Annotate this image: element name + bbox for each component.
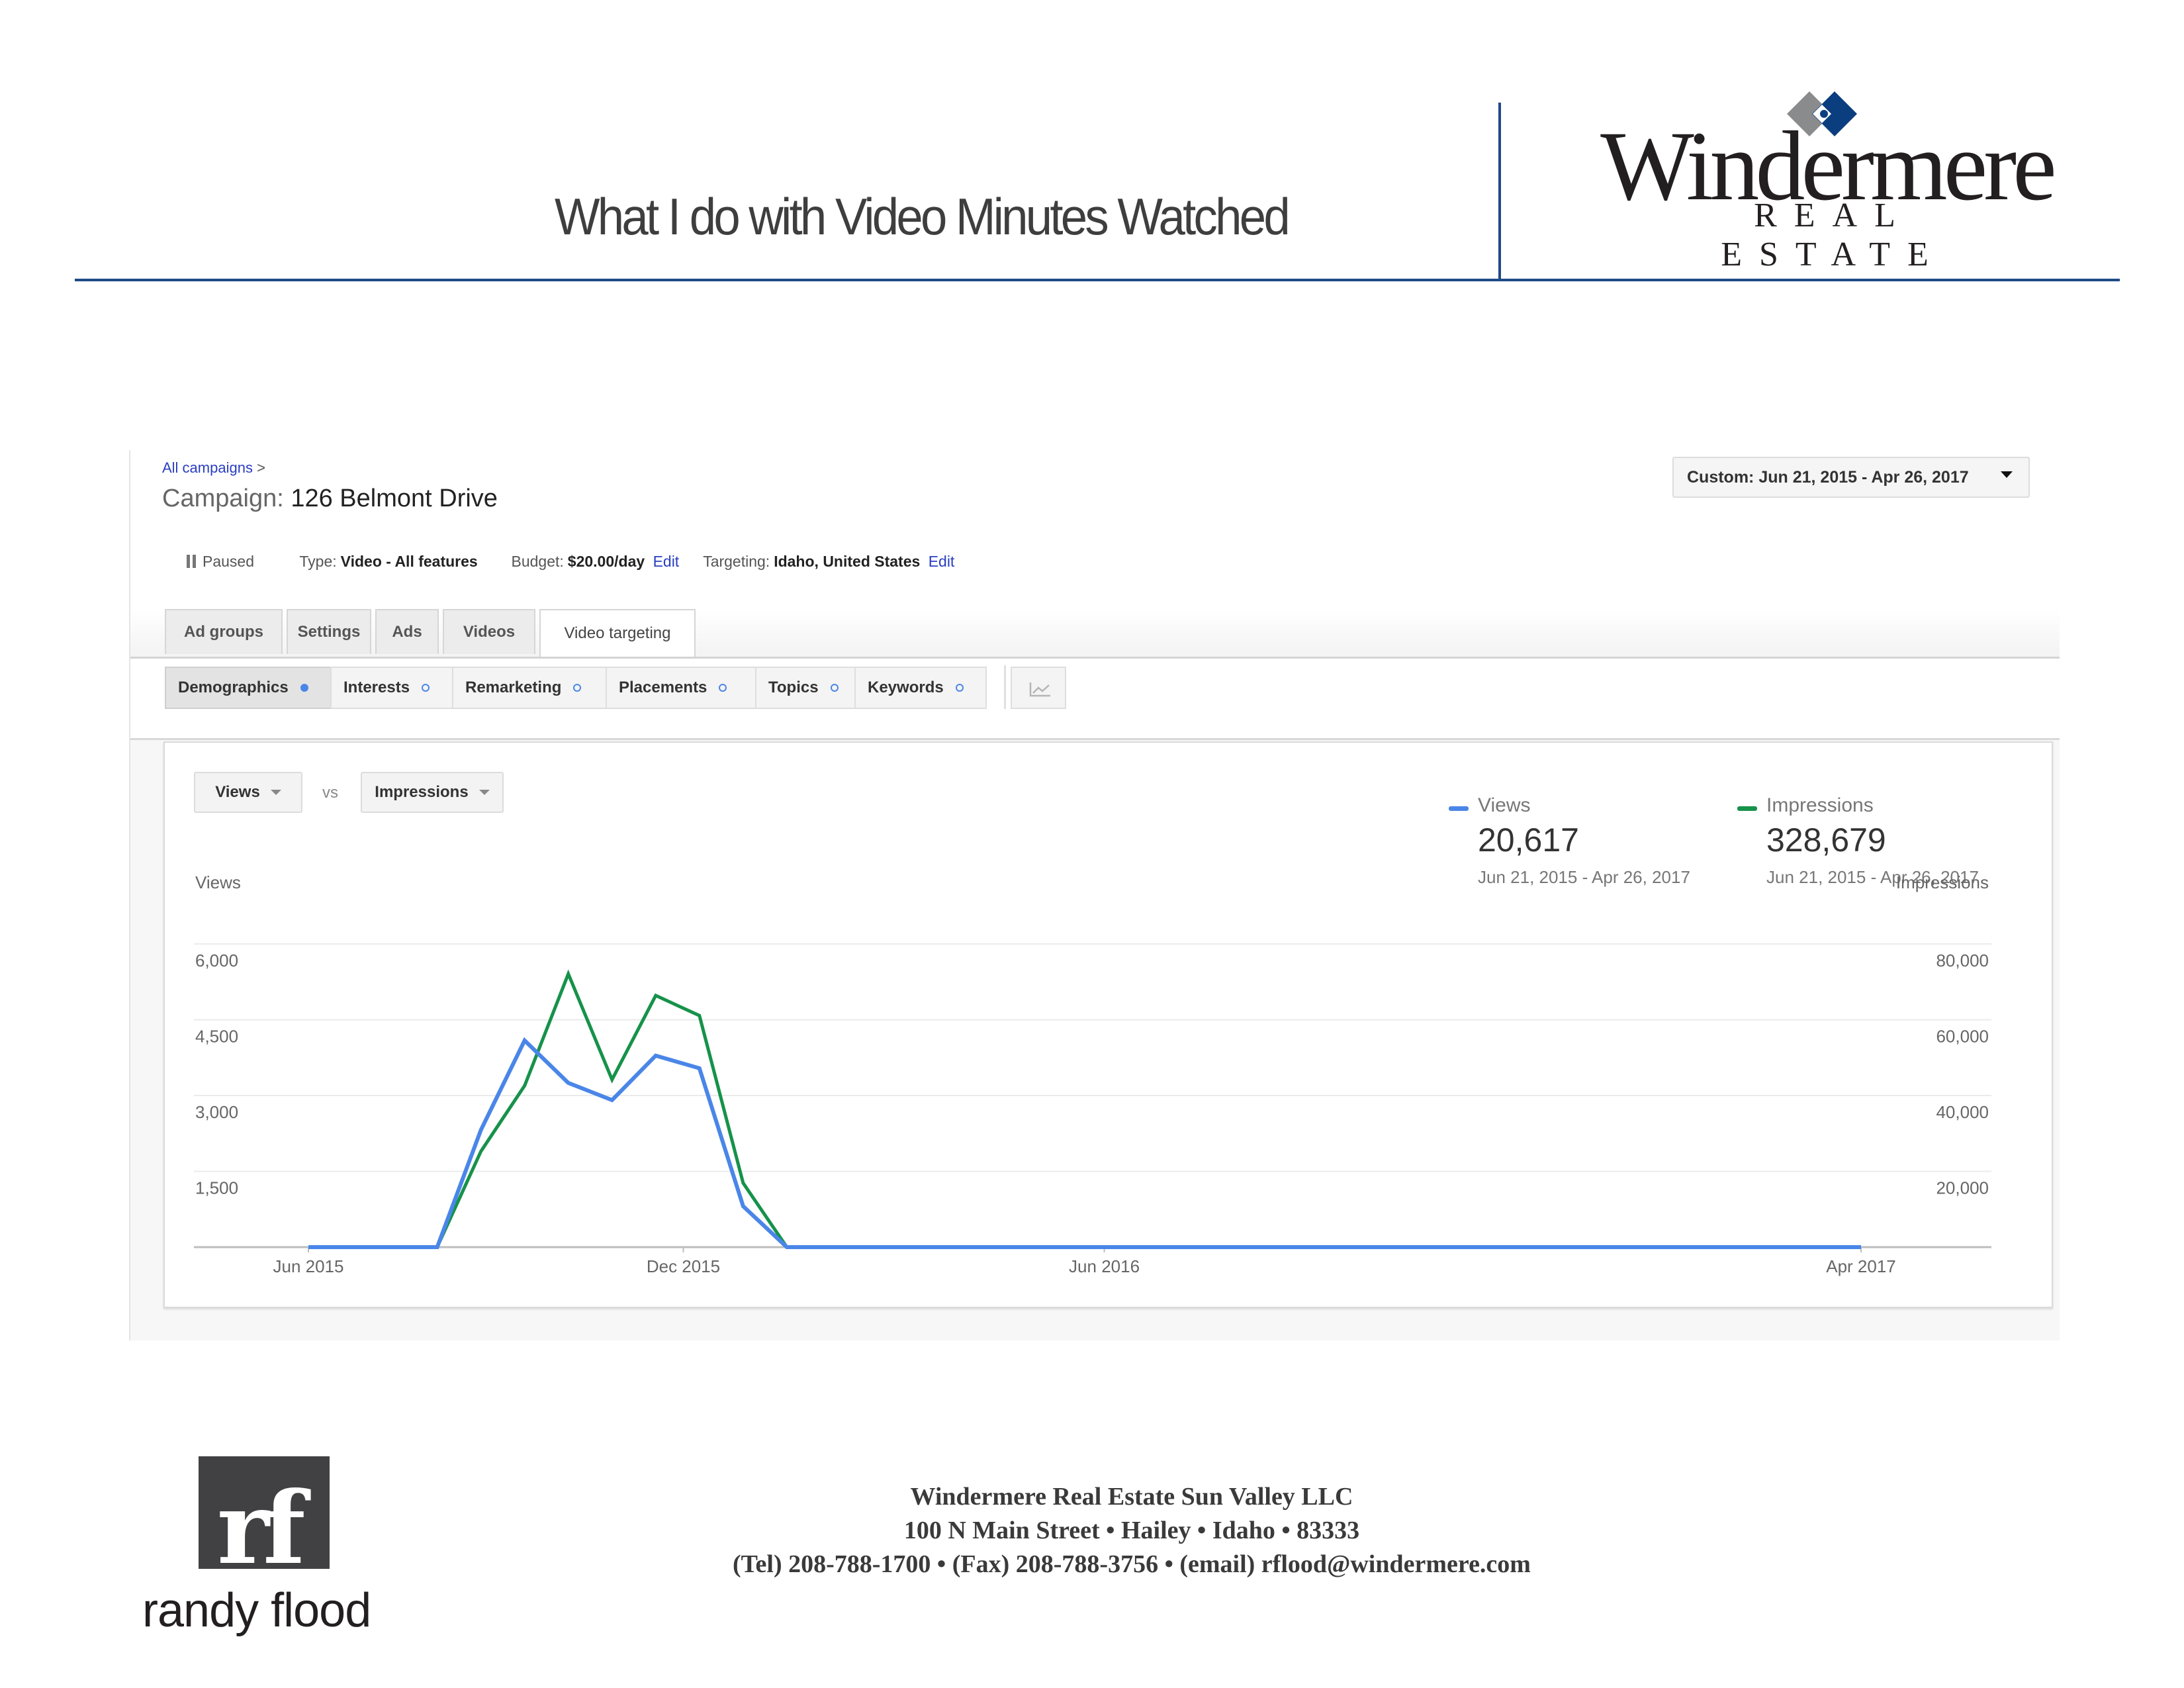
campaign-status[interactable]: Paused: [203, 553, 254, 570]
date-range-label: Custom: Jun 21, 2015 - Apr 26, 2017: [1687, 467, 1969, 487]
subtab-label: Remarketing: [465, 679, 562, 696]
y-left-tick-label: 6,000: [195, 951, 238, 970]
breadcrumb: All campaigns >: [162, 459, 265, 477]
status-dot-icon: [300, 684, 308, 692]
y-right-ticks: 20,000 40,000 60,000 80,000: [1936, 951, 1989, 1198]
status-dot-icon: [573, 684, 582, 692]
pause-icon: [187, 555, 196, 568]
status-dot-icon: [719, 684, 727, 692]
budget-edit-link[interactable]: Edit: [653, 553, 680, 570]
brand-subtitle: REAL ESTATE: [1721, 197, 1946, 273]
randy-flood-logo: rf randy flood: [142, 1456, 394, 1648]
y-right-tick-label: 40,000: [1936, 1102, 1989, 1122]
budget-label: Budget:: [511, 553, 564, 570]
line-chart-icon: [1029, 682, 1050, 697]
targeting-subtabs: Demographics Interests Remarketing Place…: [130, 659, 2060, 740]
budget-value: $20.00/day: [567, 553, 645, 570]
y-right-axis-title: Impressions: [1896, 872, 1989, 892]
subtab-topics[interactable]: Topics: [755, 667, 856, 709]
page-title: What I do with Video Minutes Watched: [555, 187, 1291, 246]
chart-series: [308, 969, 1862, 1249]
adwords-screenshot: All campaigns > Campaign: 126 Belmont Dr…: [129, 450, 2060, 1340]
chart-gridlines: [194, 943, 1991, 1248]
targeting-value: Idaho, United States: [774, 553, 921, 570]
campaign-tabs: Ad groups Settings Ads Videos Video targ…: [130, 609, 2060, 659]
y-left-axis-title: Views: [195, 872, 241, 892]
status-dot-icon: [830, 684, 839, 692]
targeting-edit-link[interactable]: Edit: [929, 553, 955, 570]
rf-monogram: rf: [199, 1456, 330, 1569]
campaign-label: Campaign:: [162, 485, 284, 512]
subtab-label: Demographics: [178, 679, 289, 696]
x-tick-label: Dec 2015: [647, 1256, 720, 1276]
tab-video-targeting[interactable]: Video targeting: [539, 609, 696, 657]
windermere-logo: Windermere REAL ESTATE: [1535, 85, 2118, 273]
subtab-remarketing[interactable]: Remarketing: [452, 667, 607, 709]
subtab-interests[interactable]: Interests: [330, 667, 453, 709]
targeting-label: Targeting:: [703, 553, 770, 570]
views-impressions-line-chart: Views Impressions 1,500 3,000 4,500 6,000 2…: [194, 872, 1991, 1276]
type-label: Type:: [299, 553, 337, 570]
subtab-placements[interactable]: Placements: [606, 667, 756, 709]
series-line-impressions: [308, 969, 1861, 1249]
y-left-tick-label: 3,000: [195, 1102, 238, 1122]
y-left-tick-label: 4,500: [195, 1027, 238, 1047]
header-divider-vertical: [1498, 103, 1501, 280]
x-ticks: Jun 2015 Dec 2015 Jun 2016 Apr 2017: [273, 1247, 1896, 1276]
contact-details: (Tel) 208-788-1700 • (Fax) 208-788-3756 …: [733, 1550, 1531, 1578]
series-line-views: [308, 1037, 1861, 1249]
agent-name: randy flood: [142, 1584, 371, 1637]
x-tick-label: Jun 2016: [1069, 1256, 1140, 1276]
tab-settings[interactable]: Settings: [287, 609, 371, 654]
chart-toggle-button[interactable]: [1011, 667, 1066, 709]
breadcrumb-all-campaigns-link[interactable]: All campaigns: [162, 459, 253, 476]
tab-ads[interactable]: Ads: [375, 609, 439, 654]
subtab-keywords[interactable]: Keywords: [854, 667, 987, 709]
header-divider: [75, 279, 2120, 281]
y-right-tick-label: 20,000: [1936, 1178, 1989, 1198]
subtab-label: Keywords: [868, 679, 944, 696]
status-dot-icon: [422, 684, 430, 692]
subtab-label: Topics: [768, 679, 819, 696]
y-right-tick-label: 80,000: [1936, 951, 1989, 970]
campaign-title: Campaign: 126 Belmont Drive: [162, 485, 498, 513]
type-value: Video - All features: [340, 553, 478, 570]
y-left-ticks: 1,500 3,000 4,500 6,000: [195, 951, 238, 1198]
rf-initials: rf: [217, 1470, 306, 1569]
y-left-tick-label: 1,500: [195, 1178, 238, 1198]
x-tick-label: Apr 2017: [1826, 1256, 1896, 1276]
status-dot-icon: [955, 684, 964, 692]
tab-ad-groups[interactable]: Ad groups: [165, 609, 283, 654]
subtab-label: Interests: [343, 679, 410, 696]
subtab-demographics[interactable]: Demographics: [165, 667, 332, 709]
caret-down-icon: [2001, 471, 2013, 478]
performance-chart-card: Views vs Impressions Views 20,617 Jun 21…: [163, 741, 2053, 1308]
campaign-meta: Paused Type: Video - All features Budget:…: [187, 553, 974, 571]
date-range-dropdown[interactable]: Custom: Jun 21, 2015 - Apr 26, 2017: [1672, 457, 2030, 498]
y-right-tick-label: 60,000: [1936, 1027, 1989, 1047]
x-tick-label: Jun 2015: [273, 1256, 344, 1276]
subtab-label: Placements: [619, 679, 707, 696]
company-name: Windermere Real Estate Sun Valley LLC: [910, 1483, 1353, 1511]
campaign-name: 126 Belmont Drive: [291, 485, 498, 512]
breadcrumb-separator: >: [257, 459, 265, 476]
tab-videos[interactable]: Videos: [443, 609, 535, 654]
contact-block: Windermere Real Estate Sun Valley LLC 10…: [556, 1480, 1707, 1581]
company-address: 100 N Main Street • Hailey • Idaho • 833…: [903, 1517, 1360, 1544]
toolbar-divider: [1004, 665, 1006, 709]
